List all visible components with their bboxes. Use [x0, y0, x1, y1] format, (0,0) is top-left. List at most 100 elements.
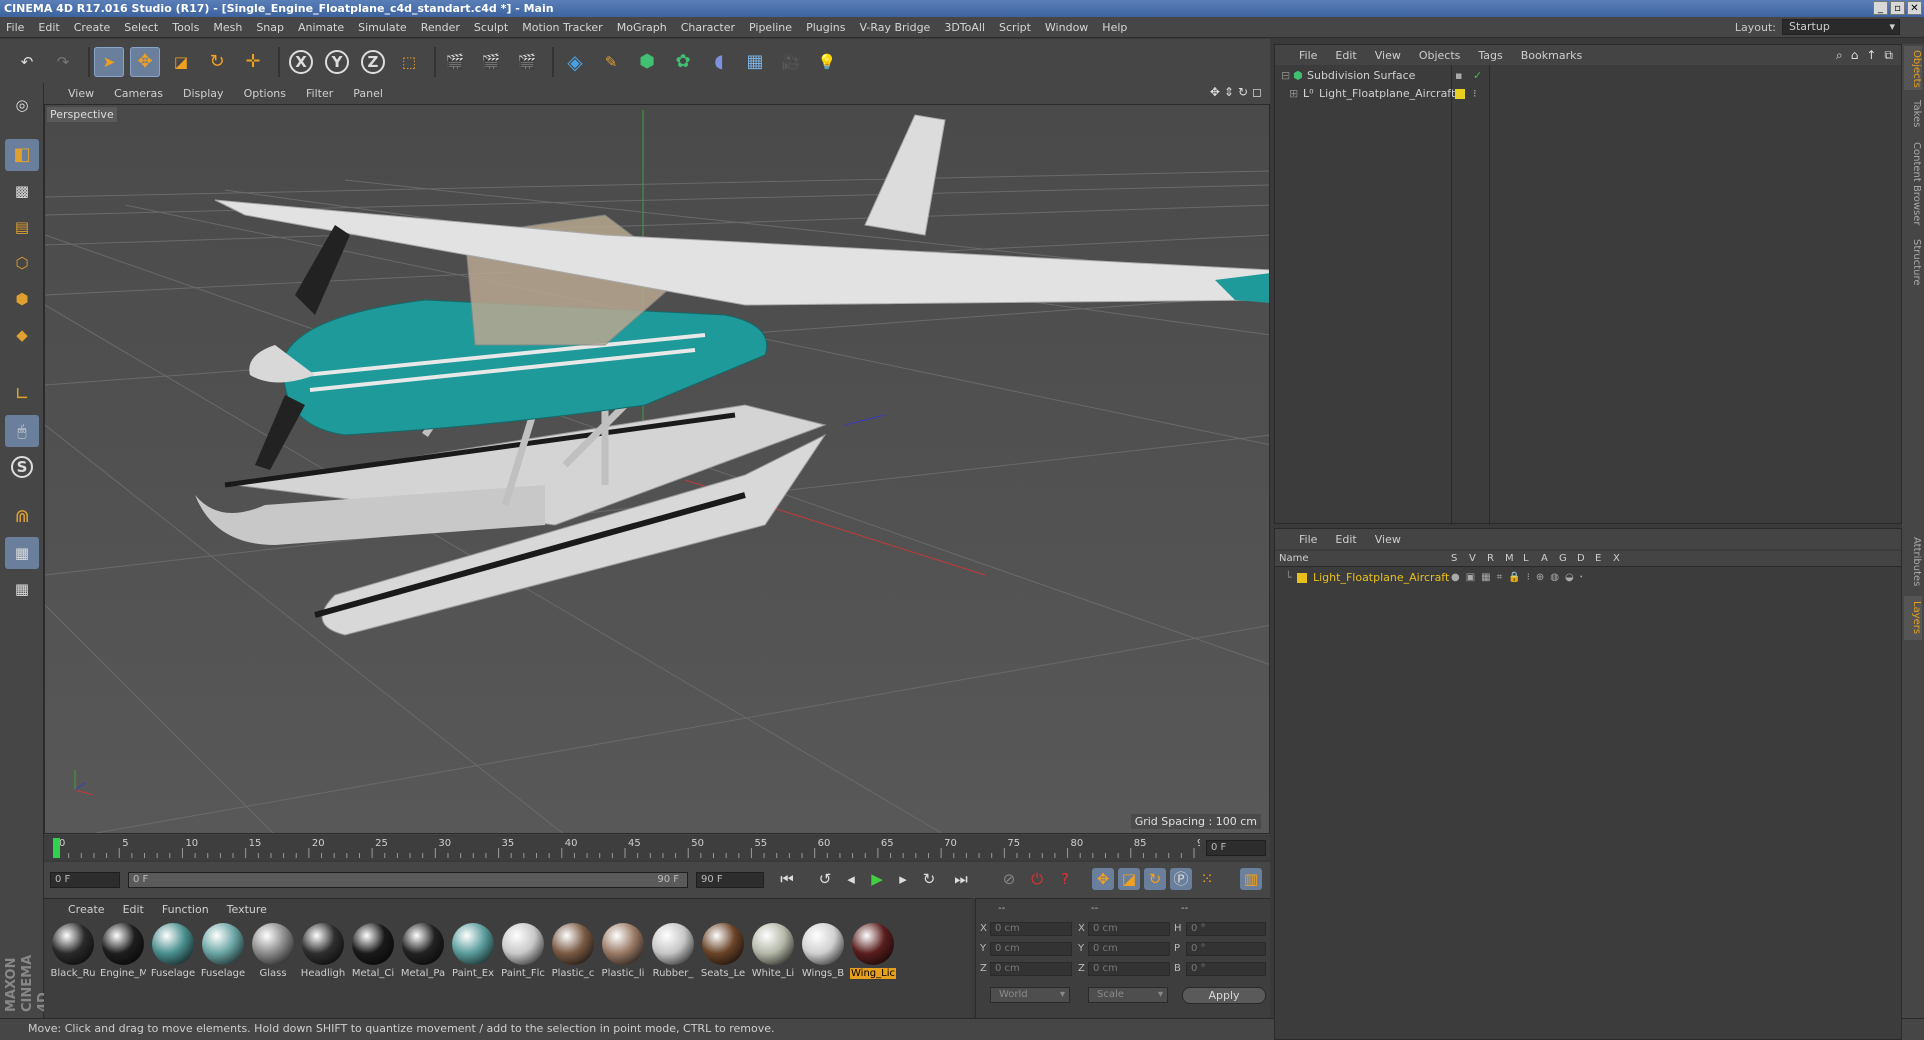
layout-dropdown[interactable]: Startup ▾ — [1782, 19, 1900, 35]
menu-simulate[interactable]: Simulate — [358, 21, 407, 34]
viewport-menu-options[interactable]: Options — [244, 87, 286, 100]
visibility-toggle-icon[interactable]: ▪ — [1455, 67, 1462, 85]
snap-button[interactable]: S — [5, 451, 39, 483]
expand-icon[interactable]: ⊞ — [1289, 85, 1298, 103]
recent-tool-button[interactable]: ✛ — [238, 47, 268, 77]
om-menu-objects[interactable]: Objects — [1419, 49, 1461, 62]
camera-button[interactable]: 🎥 — [776, 47, 806, 77]
max-frame-field[interactable]: 90 F — [696, 872, 764, 888]
menu-vray-bridge[interactable]: V-Ray Bridge — [859, 21, 930, 34]
frame-range-slider[interactable]: 0 F 90 F — [128, 872, 688, 888]
material-swatch[interactable]: Rubber_ — [650, 923, 696, 983]
playhead[interactable] — [53, 838, 60, 858]
autokey-button[interactable]: ⏻ — [1026, 868, 1048, 890]
om-menu-tags[interactable]: Tags — [1478, 49, 1502, 62]
layer-color-swatch[interactable] — [1297, 573, 1307, 583]
layer-col-locked[interactable]: L — [1523, 551, 1529, 567]
apply-button[interactable]: Apply — [1182, 987, 1266, 1004]
keyframe-selection-button[interactable]: ? — [1054, 868, 1076, 890]
layer-color-swatch[interactable] — [1455, 89, 1465, 99]
magnet-button[interactable]: ⋒ — [5, 501, 39, 533]
material-swatch[interactable]: Black_Ru — [50, 923, 96, 983]
scale-dropdown[interactable]: Scale ▾ — [1088, 987, 1168, 1003]
record-keys-button[interactable]: ⊘ — [998, 868, 1020, 890]
close-button[interactable]: ✕ — [1907, 1, 1922, 15]
tweak-mode-button[interactable]: 🖱 — [5, 415, 39, 447]
lm-menu-view[interactable]: View — [1375, 533, 1401, 546]
layer-col-view[interactable]: V — [1469, 551, 1476, 567]
previous-key-button[interactable]: ↺ — [814, 868, 836, 890]
tab-attributes[interactable]: Attributes — [1904, 532, 1922, 592]
rotation-p-field[interactable]: 0 ° — [1186, 942, 1266, 956]
menu-render[interactable]: Render — [421, 21, 460, 34]
menu-file[interactable]: File — [6, 21, 24, 34]
om-menu-edit[interactable]: Edit — [1335, 49, 1356, 62]
position-z-field[interactable]: 0 cm — [990, 962, 1072, 976]
material-swatch[interactable]: Metal_Ci — [350, 923, 396, 983]
coordinate-system-button[interactable]: ⬚ — [394, 47, 424, 77]
material-menu-create[interactable]: Create — [68, 903, 105, 916]
tab-takes[interactable]: Takes — [1904, 96, 1922, 132]
pan-icon[interactable]: ✥ — [1210, 86, 1220, 98]
orbit-icon[interactable]: ↻ — [1238, 86, 1248, 98]
menu-mesh[interactable]: Mesh — [213, 21, 242, 34]
next-key-button[interactable]: ↻ — [918, 868, 940, 890]
menu-edit[interactable]: Edit — [38, 21, 59, 34]
enabled-check-icon[interactable]: ✓ — [1473, 67, 1482, 85]
layer-col-xref[interactable]: X — [1613, 551, 1620, 567]
spline-pen-button[interactable]: ✎ — [596, 47, 626, 77]
zoom-icon[interactable]: ⇕ — [1224, 86, 1234, 98]
menu-select[interactable]: Select — [124, 21, 158, 34]
layer-col-animation[interactable]: A — [1541, 551, 1548, 567]
viewport-menu-panel[interactable]: Panel — [353, 87, 383, 100]
home-icon[interactable]: ⌂ — [1851, 49, 1859, 61]
subdivision-button[interactable]: ⬢ — [632, 47, 662, 77]
viewport-menu-view[interactable]: View — [68, 87, 94, 100]
menu-create[interactable]: Create — [74, 21, 111, 34]
point-level-key-button[interactable]: ⁙ — [1196, 868, 1218, 890]
play-button[interactable]: ▶ — [866, 868, 888, 890]
viewport-camera-label[interactable]: Perspective — [47, 107, 117, 122]
menu-mograph[interactable]: MoGraph — [617, 21, 667, 34]
layer-toggle-icons[interactable]: ●▣▦⌗🔒⁝⊕◍◒ꞏ — [1451, 569, 1589, 587]
lock-workplane-button[interactable]: ▦ — [5, 537, 39, 569]
material-swatch[interactable]: Headligh — [300, 923, 346, 983]
previous-frame-button[interactable]: ◂ — [840, 868, 862, 890]
menu-help[interactable]: Help — [1102, 21, 1127, 34]
material-swatch[interactable]: Glass — [250, 923, 296, 983]
rotate-tool-button[interactable]: ↻ — [202, 47, 232, 77]
tab-content-browser[interactable]: Content Browser — [1904, 138, 1922, 230]
material-swatch[interactable]: Plastic_c — [550, 923, 596, 983]
search-icon[interactable]: ⌕ — [1836, 49, 1843, 61]
size-x-field[interactable]: 0 cm — [1088, 922, 1170, 936]
redo-button[interactable]: ↷ — [48, 47, 78, 77]
cube-primitive-button[interactable]: ◈ — [560, 47, 590, 77]
z-axis-button[interactable]: Z — [358, 47, 388, 77]
menu-animate[interactable]: Animate — [298, 21, 344, 34]
floor-button[interactable]: ▦ — [740, 47, 770, 77]
maximize-view-icon[interactable]: ◻ — [1252, 86, 1262, 98]
material-menu-edit[interactable]: Edit — [123, 903, 144, 916]
menu-plugins[interactable]: Plugins — [806, 21, 845, 34]
tab-layers[interactable]: Layers — [1904, 596, 1922, 640]
layer-col-expressions[interactable]: E — [1595, 551, 1601, 567]
om-menu-file[interactable]: File — [1299, 49, 1317, 62]
layer-col-name[interactable]: Name — [1279, 551, 1309, 567]
workplane-button[interactable]: ▤ — [5, 211, 39, 243]
minimize-button[interactable]: _ — [1873, 1, 1888, 15]
render-view-button[interactable]: 🎬 — [440, 47, 470, 77]
collapse-icon[interactable]: ⊟ — [1281, 67, 1290, 85]
menu-sculpt[interactable]: Sculpt — [474, 21, 508, 34]
position-x-field[interactable]: 0 cm — [990, 922, 1072, 936]
render-picture-viewer-button[interactable]: 🎬 — [476, 47, 506, 77]
material-swatch[interactable]: Wings_B — [800, 923, 846, 983]
timeline-ruler[interactable]: 051015202530354045505560657075808590 0 F — [44, 836, 1270, 860]
material-swatch[interactable]: White_Li — [750, 923, 796, 983]
menu-motion-tracker[interactable]: Motion Tracker — [522, 21, 602, 34]
layer-col-generators[interactable]: G — [1559, 551, 1567, 567]
new-view-icon[interactable]: ⧉ — [1884, 49, 1893, 61]
scale-key-button[interactable]: ◪ — [1118, 868, 1140, 890]
menu-pipeline[interactable]: Pipeline — [749, 21, 792, 34]
maximize-button[interactable]: ▫ — [1890, 1, 1905, 15]
world-dropdown[interactable]: World ▾ — [990, 987, 1070, 1003]
